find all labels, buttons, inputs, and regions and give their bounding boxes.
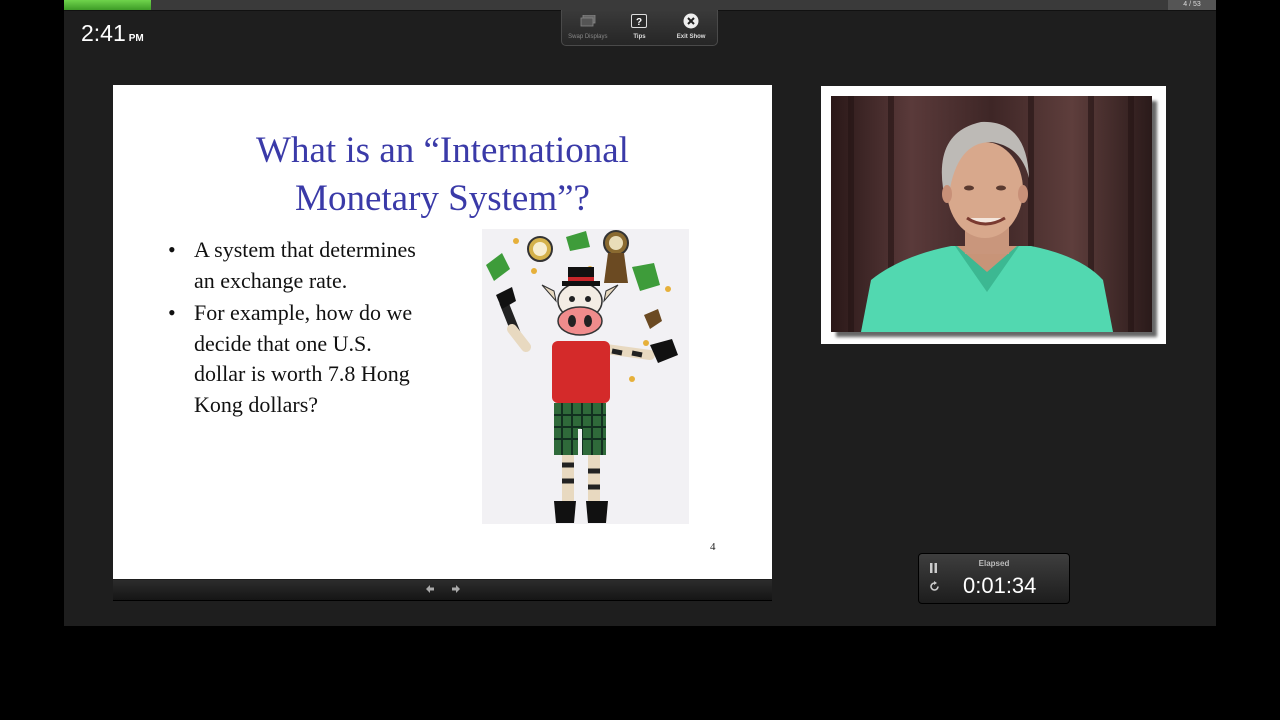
clock-time: 2:41 [81, 20, 126, 46]
progress-bar-fill [64, 0, 151, 10]
slide-counter: 4 / 53 [1168, 0, 1216, 10]
clock: 2:41 PM [81, 20, 144, 47]
reset-icon[interactable] [929, 581, 940, 595]
exit-show-label: Exit Show [676, 34, 706, 40]
slide-navigation-bar [113, 580, 772, 601]
presenter-display: 4 / 53 2:41 PM Swap Displays ? Tips Exit … [64, 0, 1216, 626]
arrow-left-icon[interactable] [425, 584, 435, 597]
pause-icon[interactable] [929, 563, 938, 576]
slide-illustration [482, 229, 689, 524]
slide-bullet: A system that determines an exchange rat… [168, 235, 428, 296]
clock-ampm: PM [128, 33, 144, 44]
swap-displays-label: Swap Displays [568, 34, 608, 40]
arrow-right-icon[interactable] [451, 584, 461, 597]
elapsed-timer: Elapsed 0:01:34 [918, 553, 1070, 604]
slide-title-line-1: What is an “International [256, 130, 629, 171]
swap-displays-icon [580, 14, 596, 28]
current-slide[interactable]: What is an “International Monetary Syste… [113, 85, 772, 579]
timer-value: 0:01:34 [963, 573, 1037, 598]
slide-title-line-2: Monetary System”? [295, 178, 590, 219]
exit-show-button[interactable]: Exit Show [666, 13, 716, 40]
timer-label: Elapsed [978, 559, 1010, 568]
slide-page-number: 4 [710, 541, 716, 553]
presenter-toolbar: Swap Displays ? Tips Exit Show [561, 10, 718, 46]
slide-bullets: A system that determines an exchange rat… [168, 235, 428, 422]
presenter-video [831, 96, 1152, 332]
close-circle-icon [683, 13, 699, 29]
slide-bullet: For example, how do we decide that one U… [168, 298, 428, 420]
slide-title: What is an “International Monetary Syste… [113, 127, 772, 223]
tips-button[interactable]: ? Tips [614, 14, 664, 40]
swap-displays-button[interactable]: Swap Displays [563, 14, 613, 40]
question-icon: ? [631, 14, 648, 28]
presenter-video-frame [821, 86, 1166, 344]
tips-label: Tips [633, 34, 646, 40]
svg-text:?: ? [636, 17, 642, 28]
